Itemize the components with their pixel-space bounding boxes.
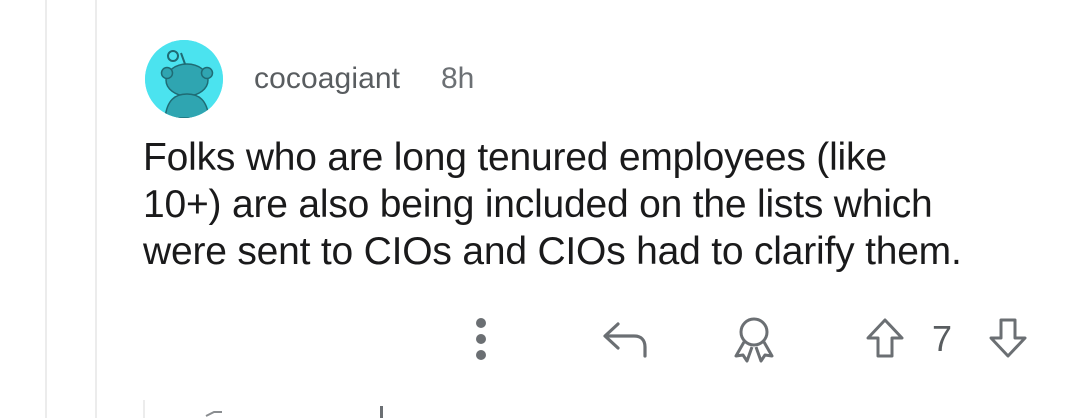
comment-text-line: Folks who are long tenured employees (li… bbox=[143, 136, 887, 179]
comment-timestamp: 8h bbox=[441, 62, 475, 95]
thread-indent-line[interactable] bbox=[95, 0, 97, 418]
comment-thread-view: cocoagiant 8h Folks who are long tenured… bbox=[0, 0, 1080, 418]
downvote-button[interactable] bbox=[985, 314, 1031, 362]
more-options-button[interactable] bbox=[464, 312, 498, 366]
award-button[interactable] bbox=[728, 312, 780, 366]
thread-indent-line bbox=[143, 400, 145, 418]
snoo-avatar-icon bbox=[145, 40, 223, 118]
vote-count: 7 bbox=[932, 318, 953, 359]
comment-body: Folks who are long tenured employees (li… bbox=[143, 134, 1043, 275]
comment-text-line: were sent to CIOs and CIOs had to clarif… bbox=[143, 230, 962, 273]
next-comment-fragment bbox=[205, 406, 383, 418]
award-icon bbox=[734, 317, 774, 363]
upvote-arrow-icon bbox=[866, 318, 904, 358]
upvote-button[interactable] bbox=[862, 314, 908, 362]
vertical-ellipsis-icon bbox=[476, 318, 486, 360]
user-avatar[interactable] bbox=[145, 40, 223, 118]
comment-author[interactable]: cocoagiant bbox=[254, 62, 400, 96]
comment-text-line: 10+) are also being included on the list… bbox=[143, 183, 933, 226]
reply-button[interactable] bbox=[598, 316, 652, 362]
downvote-arrow-icon bbox=[989, 318, 1027, 358]
reply-arrow-icon bbox=[603, 322, 647, 358]
thread-indent-line[interactable] bbox=[45, 0, 47, 418]
